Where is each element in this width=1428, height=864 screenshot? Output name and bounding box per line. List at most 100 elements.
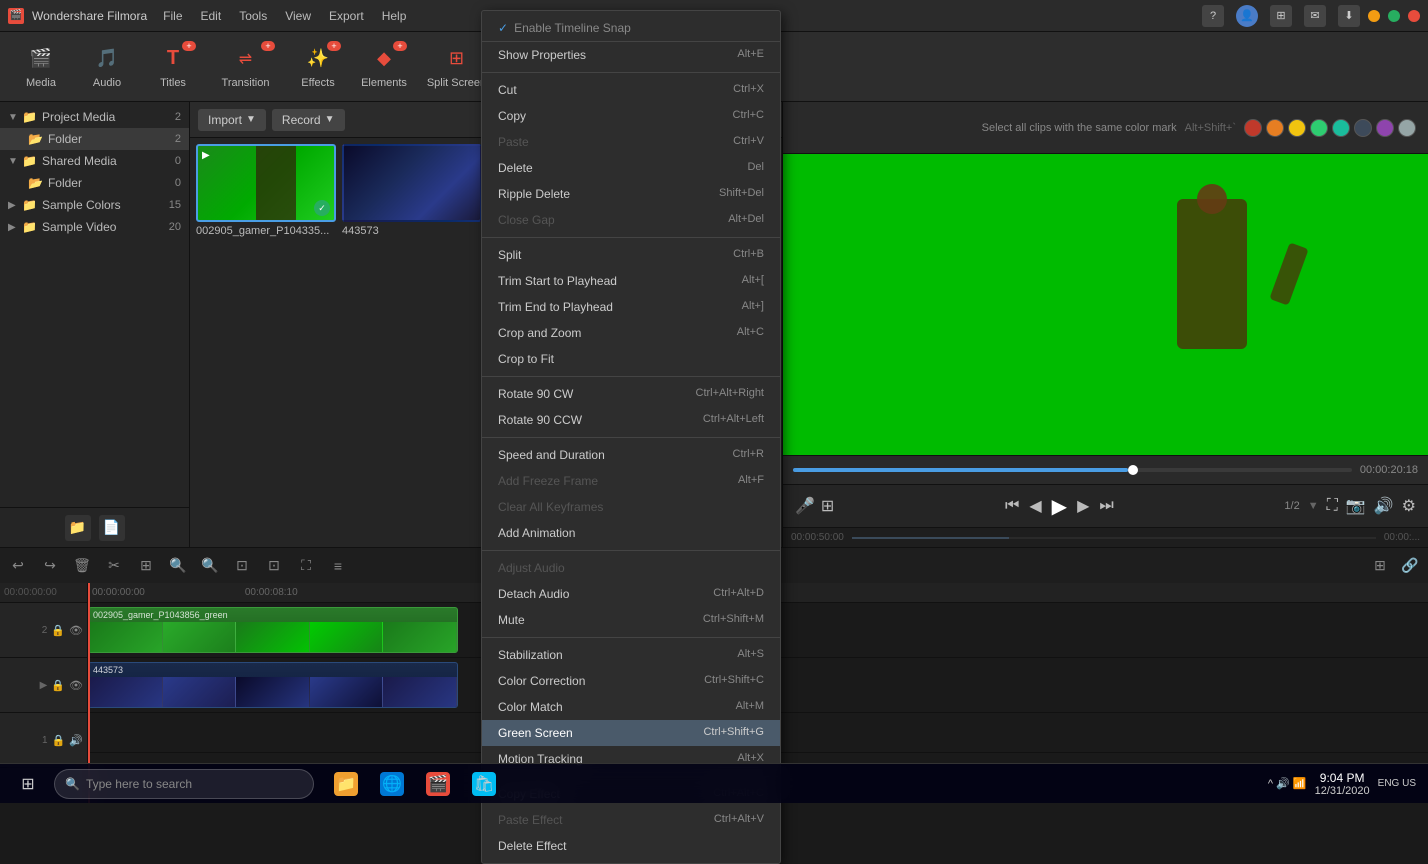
link-button[interactable]: 🔗: [1398, 554, 1422, 578]
ctx-trim-end[interactable]: Trim End to Playhead Alt+]: [482, 294, 780, 320]
settings-timeline-button[interactable]: ≡: [326, 554, 350, 578]
preview-scrubber[interactable]: [1128, 465, 1138, 475]
ctx-crop-fit[interactable]: Crop to Fit: [482, 346, 780, 372]
ctx-cut[interactable]: Cut Ctrl+X: [482, 77, 780, 103]
ctx-crop-zoom[interactable]: Crop and Zoom Alt+C: [482, 320, 780, 346]
swatch-yellow[interactable]: [1288, 119, 1306, 137]
swatch-dark[interactable]: [1354, 119, 1372, 137]
volume-button[interactable]: 🔊: [1374, 496, 1394, 516]
settings-button[interactable]: ⚙: [1402, 496, 1416, 516]
undo-button[interactable]: ↩: [6, 554, 30, 578]
account-icon[interactable]: 👤: [1236, 5, 1258, 27]
ctx-rotate-ccw[interactable]: Rotate 90 CCW Ctrl+Alt+Left: [482, 407, 780, 433]
delete-clip-button[interactable]: 🗑: [70, 554, 94, 578]
taskbar-app-edge[interactable]: 🌐: [370, 764, 414, 804]
import-button[interactable]: Import ▼: [198, 109, 266, 131]
media-item-1[interactable]: ✓ ▶ 002905_gamer_P104335...: [196, 144, 336, 541]
swatch-purple[interactable]: [1376, 119, 1394, 137]
ctx-color-correction[interactable]: Color Correction Ctrl+Shift+C: [482, 668, 780, 694]
toolbar-audio[interactable]: 🎵 Audio: [76, 37, 138, 97]
add-folder-button[interactable]: 📁: [65, 515, 91, 541]
ctx-rotate-cw[interactable]: Rotate 90 CW Ctrl+Alt+Right: [482, 381, 780, 407]
ctx-color-match[interactable]: Color Match Alt+M: [482, 694, 780, 720]
toolbar-effects[interactable]: ✨ + Effects: [287, 37, 349, 97]
ctx-mute[interactable]: Mute Ctrl+Shift+M: [482, 607, 780, 633]
ctx-speed-duration[interactable]: Speed and Duration Ctrl+R: [482, 442, 780, 468]
add-file-button[interactable]: 📄: [99, 515, 125, 541]
preview-progress-track[interactable]: [793, 468, 1352, 472]
menu-edit[interactable]: Edit: [193, 7, 230, 25]
swatch-gray[interactable]: [1398, 119, 1416, 137]
menu-help[interactable]: Help: [374, 7, 415, 25]
prev-frame-button[interactable]: ◀: [1029, 496, 1041, 516]
sidebar-item-shared-folder[interactable]: 📂 Folder 0: [0, 172, 189, 194]
toolbar-titles[interactable]: T + Titles: [142, 37, 204, 97]
snap-to-timeline-button[interactable]: ⊞: [821, 496, 834, 516]
sidebar-item-folder[interactable]: 📂 Folder 2: [0, 128, 189, 150]
menu-export[interactable]: Export: [321, 7, 372, 25]
screenshot-button[interactable]: 📷: [1346, 496, 1366, 516]
toolbar-transition[interactable]: ⇌ + Transition: [208, 37, 283, 97]
taskbar-app-store[interactable]: 🛍: [462, 764, 506, 804]
ctx-green-screen[interactable]: Green Screen Ctrl+Shift+G: [482, 720, 780, 746]
skip-forward-button[interactable]: ⏭: [1099, 497, 1113, 515]
ctx-delete-effect[interactable]: Delete Effect: [482, 833, 780, 859]
taskbar-app-filmora[interactable]: 🎬: [416, 764, 460, 804]
menu-tools[interactable]: Tools: [231, 7, 275, 25]
sidebar-item-sample-video[interactable]: ▶ 📁 Sample Video 20: [0, 216, 189, 238]
ctx-copy[interactable]: Copy Ctrl+C: [482, 103, 780, 129]
sidebar-item-sample-colors[interactable]: ▶ 📁 Sample Colors 15: [0, 194, 189, 216]
mail-icon[interactable]: ✉: [1304, 5, 1326, 27]
clip-green-screen[interactable]: 002905_gamer_P1043856_green: [88, 607, 458, 653]
next-frame-button[interactable]: ▶: [1077, 496, 1089, 516]
ctx-split[interactable]: Split Ctrl+B: [482, 242, 780, 268]
track-city-eye[interactable]: 👁: [69, 679, 83, 692]
taskbar-app-explorer[interactable]: 📁: [324, 764, 368, 804]
minimize-button[interactable]: [1368, 10, 1380, 22]
sidebar-item-shared-media[interactable]: ▼ 📁 Shared Media 0: [0, 150, 189, 172]
redo-button[interactable]: ↪: [38, 554, 62, 578]
ctx-show-properties[interactable]: Show Properties Alt+E: [482, 42, 780, 68]
zoom-out-button[interactable]: 🔍: [198, 554, 222, 578]
ctx-trim-start[interactable]: Trim Start to Playhead Alt+[: [482, 268, 780, 294]
media-item-2[interactable]: 443573: [342, 144, 482, 541]
ctx-delete[interactable]: Delete Del: [482, 155, 780, 181]
record-button[interactable]: Record ▼: [272, 109, 345, 131]
fullscreen-timeline-button[interactable]: ⛶: [294, 554, 318, 578]
track-city-lock[interactable]: 🔒: [51, 679, 65, 692]
ctx-detach-audio[interactable]: Detach Audio Ctrl+Alt+D: [482, 581, 780, 607]
track-1-lock[interactable]: 🔒: [52, 734, 66, 747]
close-button[interactable]: [1408, 10, 1420, 22]
record-voice-button[interactable]: 🎤: [795, 496, 815, 516]
swatch-teal[interactable]: [1332, 119, 1350, 137]
snap-button[interactable]: ⊞: [1368, 554, 1392, 578]
toolbar-elements[interactable]: ◆ + Elements: [353, 37, 415, 97]
ctx-stabilization[interactable]: Stabilization Alt+S: [482, 642, 780, 668]
taskbar-search[interactable]: 🔍 Type here to search: [54, 769, 314, 799]
clip-city[interactable]: 443573: [88, 662, 458, 708]
play-button[interactable]: ▶: [1052, 494, 1067, 519]
start-button[interactable]: ⊞: [4, 764, 52, 804]
crop-button[interactable]: ⊞: [134, 554, 158, 578]
maximize-button[interactable]: [1388, 10, 1400, 22]
swatch-green[interactable]: [1310, 119, 1328, 137]
zoom-in-button[interactable]: 🔍: [166, 554, 190, 578]
layout-icon[interactable]: ⊞: [1270, 5, 1292, 27]
help-icon[interactable]: ?: [1202, 5, 1224, 27]
fit-button[interactable]: ⊡: [262, 554, 286, 578]
track-1-audio[interactable]: 🔊: [69, 734, 83, 747]
cut-button[interactable]: ✂: [102, 554, 126, 578]
track-2-eye[interactable]: 👁: [69, 624, 83, 637]
swatch-red[interactable]: [1244, 119, 1262, 137]
ctx-add-animation[interactable]: Add Animation: [482, 520, 780, 546]
sidebar-item-project-media[interactable]: ▼ 📁 Project Media 2: [0, 106, 189, 128]
swatch-orange[interactable]: [1266, 119, 1284, 137]
ctx-ripple-delete[interactable]: Ripple Delete Shift+Del: [482, 181, 780, 207]
toolbar-media[interactable]: 🎬 Media: [10, 37, 72, 97]
menu-view[interactable]: View: [277, 7, 319, 25]
track-2-lock[interactable]: 🔒: [51, 624, 65, 637]
skip-back-button[interactable]: ⏮: [1005, 497, 1019, 515]
fullscreen-button[interactable]: ⛶: [1327, 497, 1338, 515]
split-button[interactable]: ⊡: [230, 554, 254, 578]
menu-file[interactable]: File: [155, 7, 190, 25]
